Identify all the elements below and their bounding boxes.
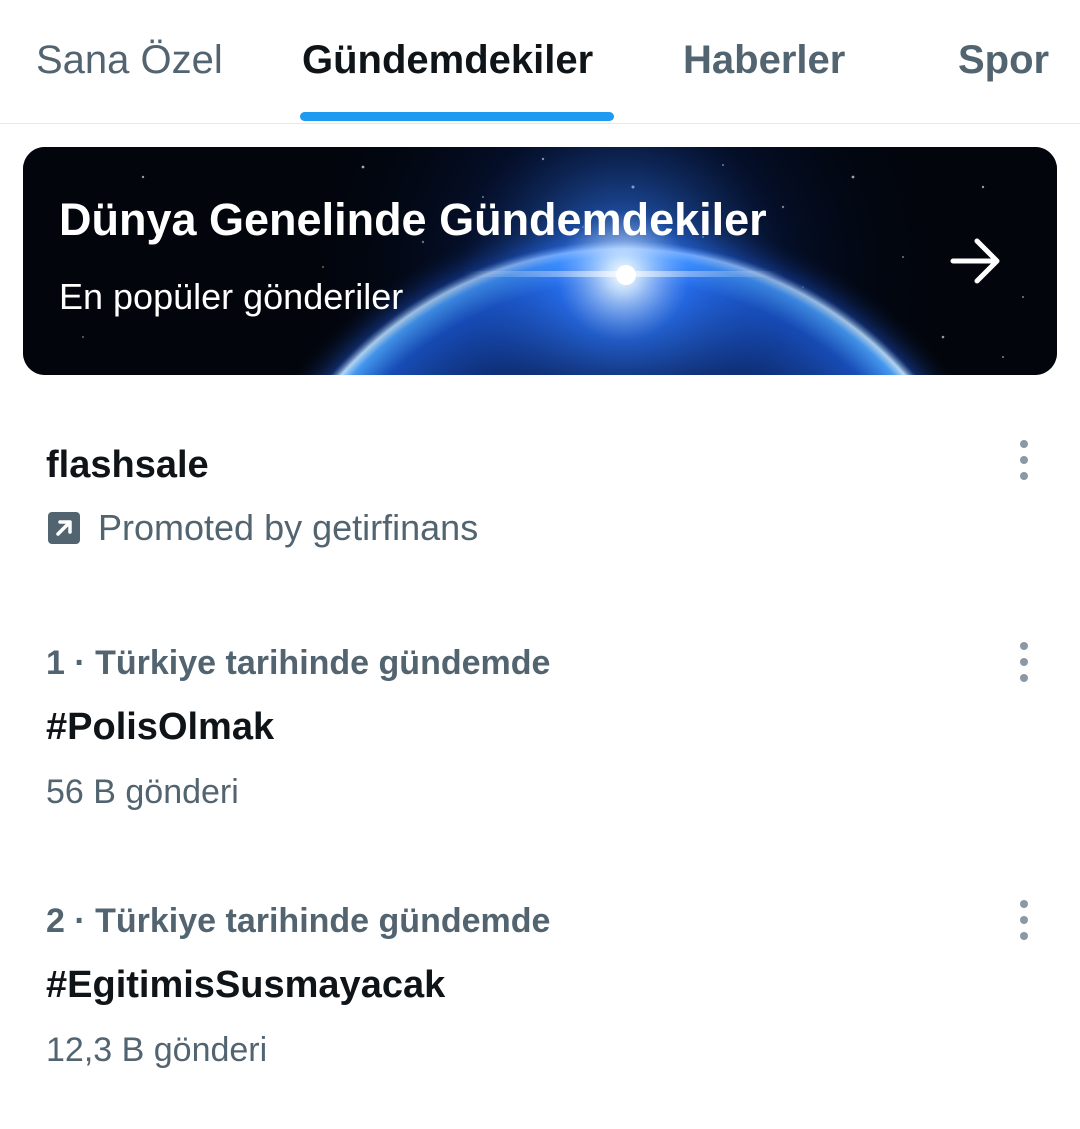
trend-item-promoted[interactable]: flashsale Promoted by getirfinans: [0, 420, 1080, 560]
trend-meta: 1 · Türkiye tarihinde gündemde: [46, 644, 551, 682]
top-tab-bar: Sana Özel Gündemdekiler Haberler Spor: [0, 0, 1080, 124]
active-tab-indicator: [300, 112, 614, 121]
trend-topic: flashsale: [46, 444, 209, 486]
trend-post-count: 56 B gönderi: [46, 773, 239, 811]
banner-title: Dünya Genelinde Gündemdekiler: [59, 194, 767, 245]
promoted-icon: [48, 512, 80, 544]
worldwide-trends-banner[interactable]: Dünya Genelinde Gündemdekiler En popüler…: [23, 147, 1057, 375]
trend-item[interactable]: 1 · Türkiye tarihinde gündemde #PolisOlm…: [0, 620, 1080, 820]
promoted-by-text: Promoted by getirfinans: [98, 507, 479, 548]
banner-subtitle: En popüler gönderiler: [59, 276, 404, 317]
promoted-label: Promoted by getirfinans: [46, 506, 478, 550]
trend-topic: #PolisOlmak: [46, 706, 275, 748]
tab-gundemdekiler[interactable]: Gündemdekiler: [302, 36, 593, 84]
trend-item[interactable]: 2 · Türkiye tarihinde gündemde #Egitimis…: [0, 878, 1080, 1078]
arrow-right-icon[interactable]: [949, 235, 1005, 287]
more-vertical-icon[interactable]: [1008, 896, 1040, 944]
tab-haberler[interactable]: Haberler: [683, 36, 845, 84]
trend-post-count: 12,3 B gönderi: [46, 1031, 268, 1069]
more-vertical-icon[interactable]: [1008, 436, 1040, 484]
tab-spor[interactable]: Spor: [958, 36, 1049, 84]
trend-meta: 2 · Türkiye tarihinde gündemde: [46, 902, 551, 940]
earth-background-image: [23, 147, 1057, 375]
trend-topic: #EgitimisSusmayacak: [46, 964, 446, 1006]
tab-sana-ozel[interactable]: Sana Özel: [36, 36, 223, 84]
more-vertical-icon[interactable]: [1008, 638, 1040, 686]
